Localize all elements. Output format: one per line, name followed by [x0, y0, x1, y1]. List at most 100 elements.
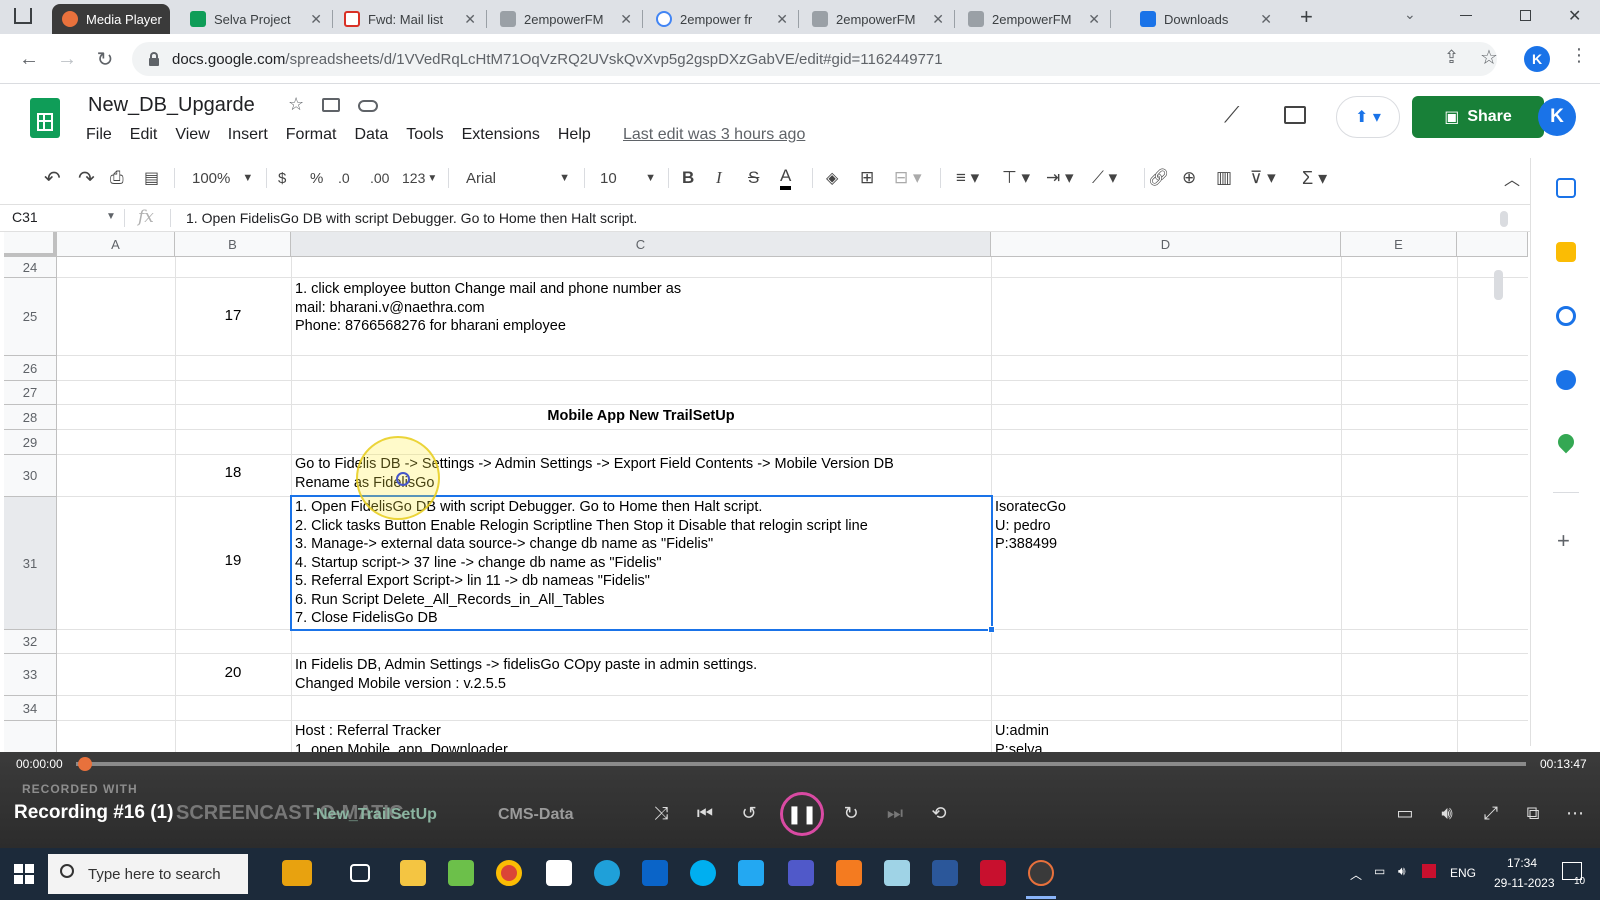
tab-2empower-3[interactable]: 2empowerFM ✕	[802, 4, 952, 34]
shuffle-icon[interactable]: ⤨	[646, 798, 676, 828]
captions-icon[interactable]: ▭	[1390, 798, 1420, 828]
menu-data[interactable]: Data	[354, 126, 388, 144]
cell-d31[interactable]: IsoratecGo U: pedro P:388499	[995, 498, 1066, 554]
restore-icon[interactable]	[1520, 10, 1531, 21]
account-avatar[interactable]: K	[1538, 98, 1576, 136]
row-header-35[interactable]	[4, 721, 57, 752]
cell-c33[interactable]: In Fidelis DB, Admin Settings -> fidelis…	[295, 656, 757, 693]
tray-chevron-icon[interactable]: ︿	[1350, 866, 1362, 883]
bold-button[interactable]: B	[682, 166, 694, 190]
cell-b31[interactable]: 19	[175, 552, 291, 571]
column-header-d[interactable]: D	[991, 232, 1341, 257]
decrease-decimal-button[interactable]: .0	[338, 166, 350, 190]
volume-icon[interactable]: 🔊︎	[1432, 798, 1462, 828]
store-bag-icon[interactable]	[282, 860, 312, 886]
horizontal-align-icon[interactable]: ≡ ▾	[956, 166, 979, 190]
new-tab-icon[interactable]: +	[1300, 4, 1313, 30]
sheets-logo-icon[interactable]	[30, 98, 60, 138]
cell-c35[interactable]: Host : Referral Tracker 1. open Mobile_a…	[295, 722, 508, 752]
tasks-icon[interactable]	[1556, 306, 1576, 326]
row-header-34[interactable]: 34	[4, 696, 57, 721]
cell-d35[interactable]: U:admin P:selva	[995, 722, 1049, 752]
close-icon[interactable]: ✕	[1088, 11, 1100, 28]
italic-button[interactable]: I	[716, 166, 722, 190]
cell-c28[interactable]: Mobile App New TrailSetUp	[291, 407, 991, 426]
fullscreen-icon[interactable]: ⤢	[1476, 798, 1506, 828]
column-header-e[interactable]: E	[1341, 232, 1457, 257]
insert-link-icon[interactable]: 🔗︎	[1148, 166, 1170, 190]
more-options-icon[interactable]: ⋯	[1560, 798, 1590, 828]
app-feather-icon[interactable]	[884, 860, 910, 886]
keep-icon[interactable]	[1556, 242, 1576, 262]
tab-search-icon[interactable]: ⌄	[1404, 6, 1416, 23]
close-icon[interactable]: ✕	[1260, 11, 1272, 28]
zoom-select[interactable]: 100% ▼	[192, 166, 253, 190]
phone-app-icon[interactable]	[546, 860, 572, 886]
currency-format-button[interactable]: $	[278, 166, 286, 190]
add-on-plus-icon[interactable]: +	[1557, 528, 1570, 554]
fill-color-icon[interactable]: ◈	[826, 166, 838, 190]
menu-help[interactable]: Help	[558, 126, 591, 144]
notepad-icon[interactable]	[448, 860, 474, 886]
fill-handle[interactable]	[988, 626, 995, 633]
row-header-30[interactable]: 30	[4, 455, 57, 497]
task-view-icon[interactable]	[350, 864, 370, 882]
cloud-status-icon[interactable]	[358, 100, 378, 112]
home-icon[interactable]	[14, 8, 32, 24]
browser-menu-icon[interactable]: ⋮	[1570, 45, 1588, 66]
taskbar-search[interactable]: Type here to search	[48, 854, 248, 894]
reload-icon[interactable]: ↻	[92, 46, 118, 72]
teams-icon[interactable]	[788, 860, 814, 886]
spreadsheet-grid[interactable]: A B C D E 24 25 26 27 28 29 30 31 32 33 …	[4, 232, 1528, 752]
formula-input[interactable]: 1. Open FidelisGo DB with script Debugge…	[186, 210, 637, 226]
percent-format-button[interactable]: %	[310, 166, 323, 190]
address-bar[interactable]: docs.google.com/spreadsheets/d/1VVedRqLc…	[132, 42, 1497, 76]
menu-view[interactable]: View	[175, 126, 209, 144]
paint-format-icon[interactable]: ▤	[144, 166, 159, 190]
row-header-32[interactable]: 32	[4, 630, 57, 654]
functions-icon[interactable]: Σ ▾	[1302, 166, 1327, 190]
star-icon[interactable]: ☆	[288, 94, 304, 115]
sheet-tab-new-trailsetup[interactable]: New_TrailSetUp	[316, 806, 437, 824]
forward-icon[interactable]: →	[54, 46, 80, 72]
cell-b25[interactable]: 17	[175, 307, 291, 326]
insert-comment-icon[interactable]: ⊕	[1182, 166, 1196, 190]
close-icon[interactable]: ✕	[620, 11, 632, 28]
clock-time[interactable]: 17:34	[1507, 856, 1537, 870]
app-tray-icon[interactable]	[1422, 864, 1436, 878]
menu-insert[interactable]: Insert	[228, 126, 268, 144]
redo-icon[interactable]: ↷	[78, 166, 95, 190]
language-indicator[interactable]: ENG	[1450, 866, 1476, 880]
increase-decimal-button[interactable]: .00	[370, 166, 389, 190]
collapse-menus-icon[interactable]: ︿	[1504, 166, 1520, 190]
row-header-24[interactable]: 24	[4, 257, 57, 278]
menu-tools[interactable]: Tools	[406, 126, 443, 144]
comments-icon[interactable]	[1284, 106, 1306, 124]
back-icon[interactable]: ←	[16, 46, 42, 72]
clock-date[interactable]: 29-11-2023	[1494, 876, 1555, 890]
forward-30-icon[interactable]: ↻	[836, 798, 866, 828]
close-icon[interactable]: ✕	[310, 11, 322, 28]
present-button[interactable]: ⬆ ▾	[1336, 96, 1400, 138]
cell-b33[interactable]: 20	[175, 664, 291, 683]
column-header-a[interactable]: A	[57, 232, 175, 257]
vscode-icon[interactable]	[738, 860, 764, 886]
row-header-29[interactable]: 29	[4, 430, 57, 455]
mini-player-icon[interactable]: ⧉	[1518, 798, 1548, 828]
seek-bar[interactable]	[76, 762, 1526, 766]
contacts-icon[interactable]	[1556, 370, 1576, 390]
tab-selva-project[interactable]: Selva Project ✕	[180, 4, 330, 34]
name-box[interactable]: C31	[12, 209, 38, 225]
windows-start-icon[interactable]	[14, 864, 34, 884]
close-icon[interactable]: ✕	[464, 11, 476, 28]
bookmark-star-icon[interactable]: ☆	[1480, 45, 1498, 70]
tab-media-player[interactable]: Media Player	[52, 4, 170, 34]
row-header-33[interactable]: 33	[4, 654, 57, 696]
media-player-icon[interactable]	[1028, 860, 1054, 886]
app-orange-icon[interactable]	[836, 860, 862, 886]
outlook-icon[interactable]	[642, 860, 668, 886]
row-header-27[interactable]: 27	[4, 381, 57, 405]
seek-thumb[interactable]	[78, 757, 92, 771]
vertical-align-icon[interactable]: ⊤ ▾	[1002, 166, 1030, 190]
edge-icon[interactable]	[594, 860, 620, 886]
